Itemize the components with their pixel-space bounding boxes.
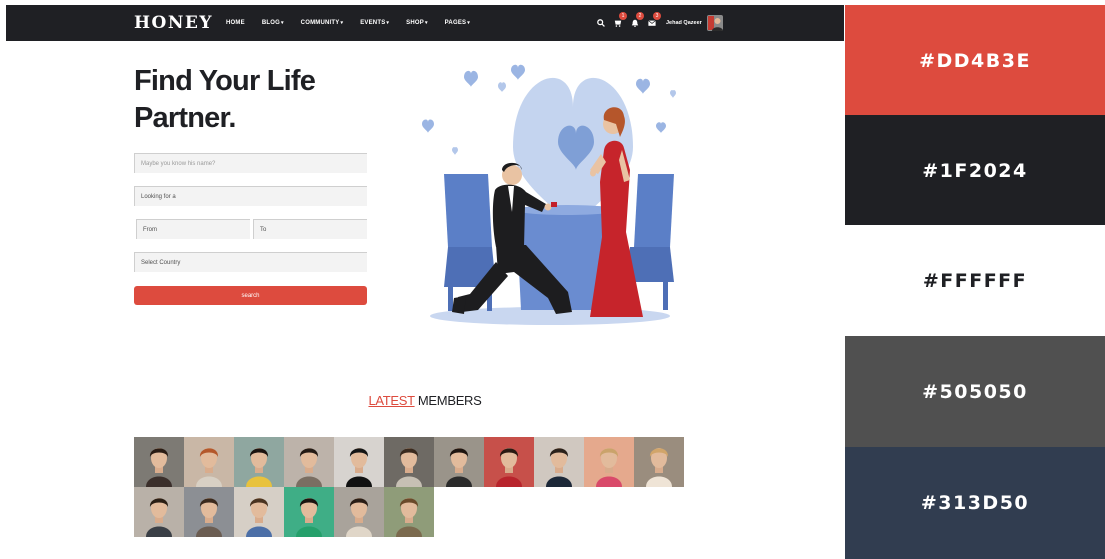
swatch-1: #1F2024 bbox=[845, 115, 1105, 226]
nav-item-blog[interactable]: BLOG▾ bbox=[262, 20, 284, 26]
member-thumbnail[interactable] bbox=[184, 487, 234, 537]
bell-badge: 2 bbox=[636, 12, 644, 20]
search-icon[interactable] bbox=[596, 18, 606, 28]
proposal-illustration bbox=[408, 62, 693, 330]
looking-for-select[interactable]: Looking for a bbox=[134, 186, 367, 206]
member-thumbnail[interactable] bbox=[184, 437, 234, 487]
members-grid bbox=[134, 437, 684, 537]
member-thumbnail[interactable] bbox=[284, 487, 334, 537]
swatch-3: #505050 bbox=[845, 336, 1105, 447]
member-thumbnail[interactable] bbox=[384, 487, 434, 537]
member-thumbnail[interactable] bbox=[134, 437, 184, 487]
chevron-down-icon: ▾ bbox=[340, 20, 344, 26]
member-thumbnail[interactable] bbox=[534, 437, 584, 487]
member-thumbnail[interactable] bbox=[584, 437, 634, 487]
nav-actions: 1 2 3 Jehad Qazeer bbox=[596, 5, 723, 41]
mail-icon[interactable]: 3 bbox=[647, 12, 661, 28]
nav-item-events[interactable]: EVENTS▾ bbox=[360, 20, 389, 26]
member-thumbnail[interactable] bbox=[384, 437, 434, 487]
member-thumbnail[interactable] bbox=[484, 437, 534, 487]
swatch-4: #313D50 bbox=[845, 447, 1105, 559]
name-search-input[interactable]: Maybe you know his name? bbox=[134, 153, 367, 173]
user-name[interactable]: Jehad Qazeer bbox=[666, 20, 702, 26]
age-to-select[interactable]: To bbox=[253, 219, 367, 239]
cart-badge: 1 bbox=[619, 12, 627, 20]
member-thumbnail[interactable] bbox=[334, 437, 384, 487]
nav-item-pages[interactable]: PAGES▾ bbox=[445, 20, 470, 26]
nav-item-community[interactable]: COMMUNITY▾ bbox=[301, 20, 344, 26]
member-thumbnail[interactable] bbox=[234, 437, 284, 487]
main-menu: HOME BLOG▾ COMMUNITY▾ EVENTS▾ SHOP▾ PAGE… bbox=[226, 5, 487, 41]
cart-icon[interactable]: 1 bbox=[613, 12, 627, 28]
member-thumbnail[interactable] bbox=[334, 487, 384, 537]
member-thumbnail[interactable] bbox=[134, 487, 184, 537]
member-thumbnail[interactable] bbox=[634, 437, 684, 487]
nav-item-shop[interactable]: SHOP▾ bbox=[406, 20, 428, 26]
chevron-down-icon: ▾ bbox=[424, 20, 428, 26]
age-from-select[interactable]: From bbox=[136, 219, 250, 239]
page-title: Find Your Life Partner. bbox=[134, 65, 316, 134]
member-thumbnail[interactable] bbox=[434, 437, 484, 487]
mail-badge: 3 bbox=[653, 12, 661, 20]
chevron-down-icon: ▾ bbox=[280, 20, 284, 26]
swatch-0: #DD4B3E bbox=[845, 5, 1105, 116]
bell-icon[interactable]: 2 bbox=[630, 12, 644, 28]
search-button[interactable]: search bbox=[134, 286, 367, 305]
latest-members-heading: LATEST MEMBERS bbox=[368, 393, 482, 408]
chevron-down-icon: ▾ bbox=[467, 20, 470, 26]
member-thumbnail[interactable] bbox=[234, 487, 284, 537]
avatar[interactable] bbox=[706, 15, 723, 31]
brand-logo[interactable]: HONEY bbox=[134, 13, 213, 33]
member-thumbnail[interactable] bbox=[284, 437, 334, 487]
swatch-2: #FFFFFF bbox=[845, 225, 1105, 336]
top-navbar: HONEY HOME BLOG▾ COMMUNITY▾ EVENTS▾ SHOP… bbox=[6, 5, 844, 41]
chevron-down-icon: ▾ bbox=[386, 20, 390, 26]
country-select[interactable]: Select Country bbox=[134, 252, 367, 272]
nav-item-home[interactable]: HOME bbox=[226, 20, 245, 26]
